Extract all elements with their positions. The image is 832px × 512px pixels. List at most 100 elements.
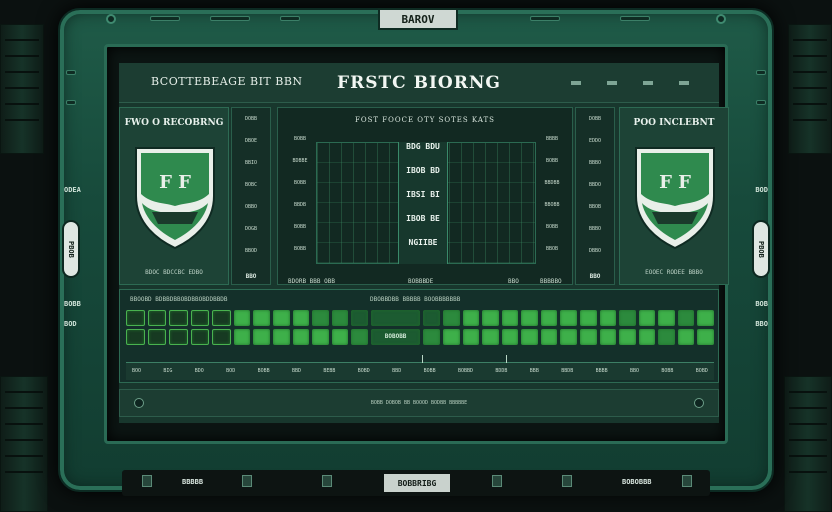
tick-label: BBBB [595,368,608,374]
timeline-block[interactable] [482,310,499,326]
timeline-ticks: BOO BIG BDO BOD BOBB BBD BEBB BOBD BBD B… [126,363,714,374]
timeline-block[interactable] [351,310,368,326]
timeline-block[interactable] [579,310,597,326]
timeline-block[interactable] [677,310,695,326]
timeline-block[interactable] [190,310,210,326]
timeline-block[interactable] [579,329,597,345]
status-text: BOBB DOBOB BB BOOOD BODBB BBBBBE [370,400,468,406]
timeline-panel[interactable]: BBOOBD BDBBDBBOBDBBOBDDBBDB DBOBBDBB BBB… [119,289,719,383]
timeline-block[interactable] [190,329,210,345]
timeline-block[interactable] [169,329,188,345]
tick-label: BBDB [561,368,574,374]
timeline-block[interactable] [126,329,145,345]
timeline-marker [422,355,423,363]
timeline-block[interactable] [312,310,329,326]
side-button-left[interactable]: PBOB [62,220,80,278]
score-cell: IBOB BE [406,214,440,223]
timeline-block[interactable] [443,310,460,326]
timeline-block[interactable] [292,310,310,326]
timeline-block[interactable] [462,310,480,326]
tick-label: BOBB [257,368,270,374]
timeline-block[interactable] [169,310,188,326]
team-panel-left[interactable]: FWO O RECOBRNG F F BDOC BDCCBC EDBO [119,107,229,285]
bottom-plate: BBBBB BOBBRIBG BOBOBBB [122,470,710,496]
label-cell: BBOB [545,246,559,252]
score-column: BDG BDU IBOB BD IBSI BI IBOB BE NGIIBE [398,142,448,264]
timeline-block[interactable] [560,310,577,326]
field-header: FOST FOOCE OTY SOTES KATS [355,116,495,124]
timeline-block[interactable] [212,329,231,345]
label-cell: BOBB [293,224,307,230]
timeline-block[interactable] [212,310,231,326]
menu-dot-icon[interactable] [643,81,653,85]
field-footer-item: BBO [508,278,519,285]
stat-cell: BBBO [588,226,602,232]
timeline-block[interactable] [482,329,499,345]
timeline-block[interactable] [560,329,577,345]
timeline-block[interactable] [272,329,290,345]
timeline-block[interactable] [292,329,310,345]
timeline-block[interactable] [351,329,368,345]
field-footer-item: BBBBBO [540,278,562,285]
timeline-block[interactable] [126,310,145,326]
timeline-block[interactable] [501,329,519,345]
timeline-block[interactable] [272,310,290,326]
timeline-block[interactable] [697,329,714,345]
timeline-block[interactable] [619,310,636,326]
timeline-block[interactable] [462,329,480,345]
timeline-block[interactable] [521,310,538,326]
timeline-block[interactable] [147,310,167,326]
timeline-block[interactable] [521,329,538,345]
label-cell: BOBB [293,136,307,142]
team-panel-right[interactable]: POO INCLEBNT F F EOOEC RODEE BBBO [619,107,729,285]
timeline-block[interactable] [423,329,441,345]
label-cell: BBDBB [544,180,560,186]
timeline-block[interactable] [331,329,349,345]
timeline-block[interactable] [233,310,251,326]
stat-cell: DOBB [588,116,602,122]
stat-cell: BBOD [244,248,258,254]
timeline-block[interactable] [147,329,167,345]
timeline-block[interactable] [233,329,251,345]
screw-icon [716,14,726,24]
stat-cell: BBDO [588,182,602,188]
tick-label: BOBB [423,368,436,374]
stat-footer: BBO [589,273,601,280]
timeline-block[interactable] [540,310,558,326]
timeline-block[interactable] [697,310,714,326]
timeline-block[interactable] [443,329,460,345]
field-footer-item: BOBBBDE [408,278,434,285]
knob-icon[interactable] [694,398,704,408]
timeline-block[interactable] [677,329,695,345]
timeline-block[interactable] [331,310,349,326]
bottom-main-button[interactable]: BOBBRIBG [384,474,450,492]
timeline-block[interactable] [370,310,421,326]
team-name: POO INCLEBNT [633,118,715,128]
timeline-block[interactable] [423,310,441,326]
side-tag-right: BBO [755,320,768,328]
timeline-block[interactable] [658,329,675,345]
status-bar: BOBB DOBOB BB BOOOD BODBB BBBBBE [119,389,719,417]
timeline-block[interactable] [253,329,270,345]
menu-dot-icon[interactable] [571,81,581,85]
timeline-block[interactable] [599,329,617,345]
vent-slot [150,16,180,21]
timeline-block[interactable] [638,329,656,345]
menu-dot-icon[interactable] [607,81,617,85]
timeline-block[interactable] [599,310,617,326]
stat-cell: BOBC [244,182,258,188]
timeline-block[interactable] [312,329,329,345]
timeline-block[interactable] [658,310,675,326]
vent-slot [756,100,766,105]
side-button-right[interactable]: PBOB [752,220,770,278]
label-cell: BOBB [293,246,307,252]
timeline-block[interactable] [540,329,558,345]
timeline-block[interactable] [638,310,656,326]
vent-slot [620,16,650,21]
timeline-block[interactable] [501,310,519,326]
timeline-block[interactable] [619,329,636,345]
menu-dot-icon[interactable] [679,81,689,85]
timeline-block[interactable] [253,310,270,326]
timeline-highlight[interactable]: BOBOBB [370,329,421,345]
stat-column-left: DOBB DBOE BBIO BOBC OBBO DOGB BBOD BBO [231,107,271,285]
